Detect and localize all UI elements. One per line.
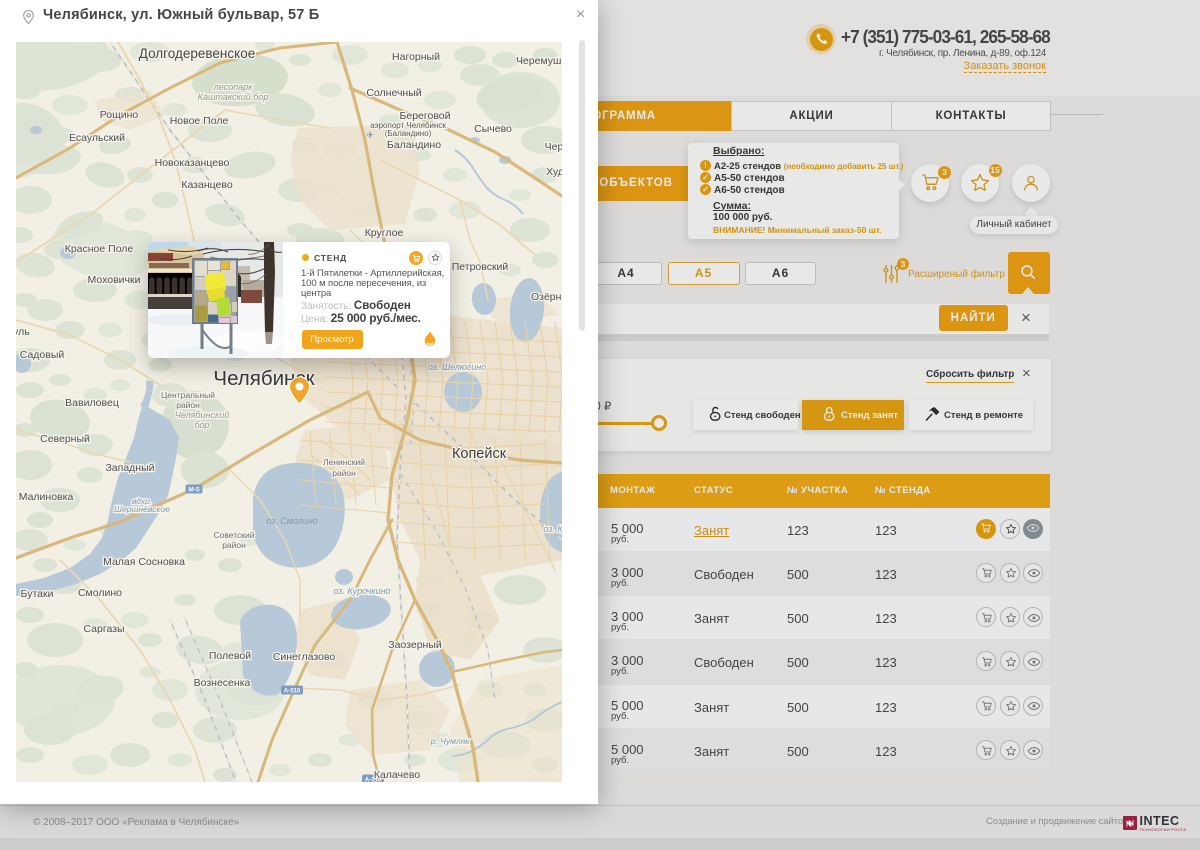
svg-text:Нагорный: Нагорный xyxy=(392,51,440,63)
svg-text:Есаульский: Есаульский xyxy=(69,132,125,144)
svg-text:Саргазы: Саргазы xyxy=(83,623,124,635)
svg-text:Чер: Чер xyxy=(545,141,562,153)
svg-text:Худ: Худ xyxy=(546,166,562,178)
svg-text:Челябинский: Челябинский xyxy=(175,410,229,420)
svg-text:Садовый: Садовый xyxy=(20,349,65,361)
svg-text:Смолино: Смолино xyxy=(78,587,122,599)
svg-text:✈: ✈ xyxy=(366,130,374,140)
svg-text:Малиновка: Малиновка xyxy=(19,491,74,503)
svg-text:Круглое: Круглое xyxy=(365,227,404,239)
svg-text:район: район xyxy=(176,400,200,410)
svg-text:Заозерный: Заозерный xyxy=(388,639,442,651)
svg-text:Малая Сосновка: Малая Сосновка xyxy=(103,556,185,568)
svg-text:бор: бор xyxy=(194,420,209,430)
svg-text:Полевой: Полевой xyxy=(209,650,251,662)
svg-text:оз. Шелюгино: оз. Шелюгино xyxy=(428,362,486,372)
svg-text:район: район xyxy=(332,468,356,478)
svg-text:куль: куль xyxy=(16,326,30,338)
svg-text:лесопарк: лесопарк xyxy=(213,82,253,92)
svg-text:Бутаки: Бутаки xyxy=(21,588,54,600)
svg-text:Долгодеревенское: Долгодеревенское xyxy=(139,46,255,61)
svg-text:Северный: Северный xyxy=(40,433,90,445)
svg-text:Ленинский: Ленинский xyxy=(323,457,365,467)
svg-text:Моховички: Моховички xyxy=(88,274,141,286)
svg-text:Озёрны: Озёрны xyxy=(531,291,562,303)
svg-text:Красное Поле: Красное Поле xyxy=(65,243,134,255)
svg-text:Петровский: Петровский xyxy=(452,261,509,273)
svg-text:Копейск: Копейск xyxy=(452,446,507,462)
svg-text:Сычево: Сычево xyxy=(474,123,512,135)
svg-text:Вознесенка: Вознесенка xyxy=(194,677,251,689)
svg-text:Новое Поле: Новое Поле xyxy=(170,115,229,127)
svg-text:Центральный: Центральный xyxy=(161,390,215,400)
svg-text:Синеглазово: Синеглазово xyxy=(273,651,336,663)
svg-text:оз. Смолино: оз. Смолино xyxy=(266,516,318,526)
svg-text:Солнечный: Солнечный xyxy=(366,87,421,99)
svg-text:Калачево: Калачево xyxy=(374,769,420,781)
svg-text:Вавиловец: Вавиловец xyxy=(65,397,119,409)
svg-text:Шершнёвское: Шершнёвское xyxy=(114,504,170,514)
svg-text:оз. Курочкино: оз. Курочкино xyxy=(333,586,390,596)
svg-text:р. Чумляк: р. Чумляк xyxy=(430,736,471,746)
svg-text:(Баландино): (Баландино) xyxy=(385,129,432,138)
svg-text:район: район xyxy=(222,540,246,550)
svg-text:Новоказанцево: Новоказанцево xyxy=(155,157,230,169)
svg-text:Рощино: Рощино xyxy=(100,109,139,121)
svg-text:Баландино: Баландино xyxy=(387,139,441,151)
svg-text:Советский: Советский xyxy=(214,530,255,540)
svg-text:Черемушк: Черемушк xyxy=(516,55,562,67)
svg-text:М-5: М-5 xyxy=(188,486,200,493)
svg-text:Каштакский бор: Каштакский бор xyxy=(198,92,269,102)
svg-text:Западный: Западный xyxy=(105,462,154,474)
svg-text:А-310: А-310 xyxy=(284,688,301,694)
svg-text:Казанцево: Казанцево xyxy=(181,179,232,191)
svg-text:оз. К: оз. К xyxy=(543,524,562,534)
